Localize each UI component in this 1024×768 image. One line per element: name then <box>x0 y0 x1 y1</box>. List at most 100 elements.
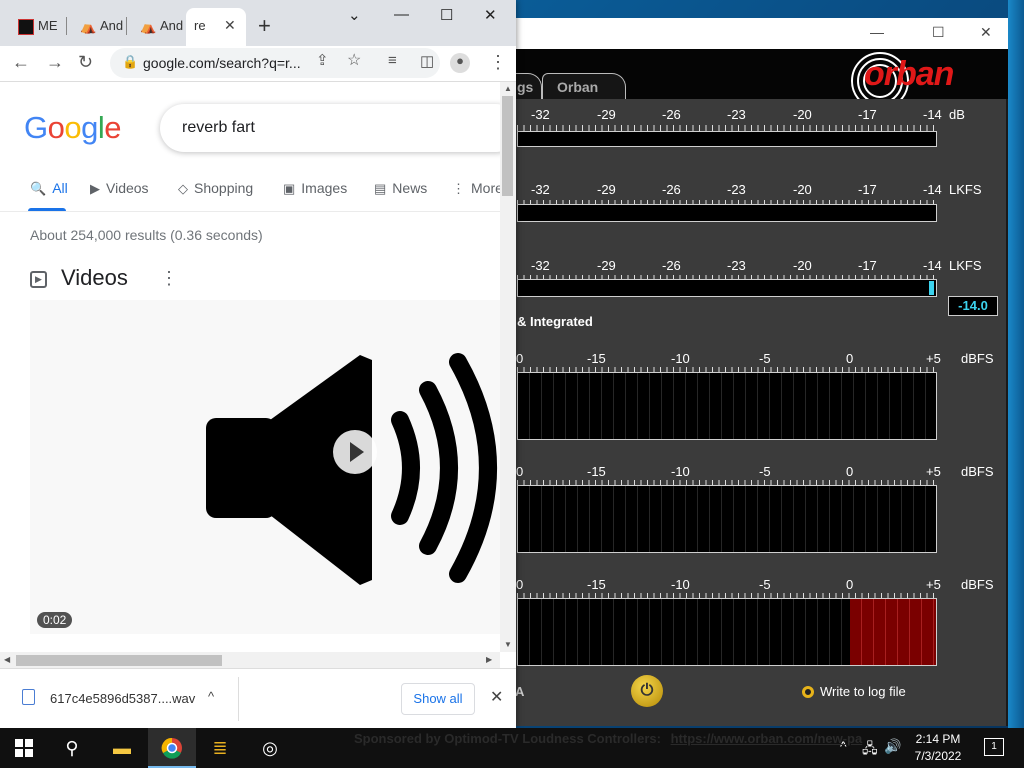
tab-videos[interactable]: ▶ Videos <box>90 180 149 197</box>
side-panel-icon[interactable]: ◫ <box>420 52 434 70</box>
orban-logo: orban <box>840 51 970 99</box>
network-icon[interactable]: 🖧 <box>862 738 878 762</box>
tab-1[interactable]: ME <box>4 8 60 46</box>
orban-header: gs Orban orban <box>430 49 1008 99</box>
url-text: google.com/search?q=r... <box>143 55 301 71</box>
chrome-window: ME ⛺ And ⛺ And re ✕ + ⌄ — ☐ ✕ ← → ↻ 🔒 go… <box>0 0 516 728</box>
download-shelf: 617c4e5896d5387....wav ^ Show all ✕ <box>0 668 516 728</box>
video-thumbnail[interactable]: 0:02 <box>30 300 500 634</box>
search-tabs: 🔍 All ▶ Videos ◇ Shopping ▣ Images ▤ News ⋮ Mo… <box>0 170 500 212</box>
close-window-button[interactable]: ✕ <box>484 6 497 24</box>
maximize-button[interactable]: ☐ <box>440 6 453 24</box>
vertical-scrollbar[interactable]: ▲ ▼ <box>500 82 516 652</box>
hscrollbar-thumb[interactable] <box>16 655 222 666</box>
news-icon: ▤ <box>374 181 387 196</box>
channel-a-label: A <box>515 684 525 699</box>
tab-active[interactable]: re ✕ <box>186 8 246 46</box>
scrollbar-thumb[interactable] <box>502 96 513 196</box>
tab-orban[interactable]: Orban <box>542 73 626 99</box>
videos-options-icon[interactable]: ⋮ <box>160 268 178 289</box>
download-filename[interactable]: 617c4e5896d5387....wav <box>50 691 195 706</box>
download-separator <box>238 677 239 721</box>
browser-toolbar: ← → ↻ 🔒 google.com/search?q=r... ⇪ ☆ ≡ ◫… <box>0 46 516 82</box>
close-button[interactable]: ✕ <box>980 24 992 41</box>
tab-shopping[interactable]: ◇ Shopping <box>178 180 253 197</box>
new-tab-button[interactable]: + <box>258 13 271 39</box>
chevron-down-icon[interactable]: ⌄ <box>348 6 361 24</box>
windows-logo-icon <box>15 739 33 757</box>
peak2-bar <box>517 485 937 553</box>
tent-favicon-icon: ⛺ <box>80 19 97 34</box>
google-logo[interactable]: Google <box>24 110 122 146</box>
orban-meter-window: — ☐ ✕ gs Orban orban -32 -29 -26 -23 -20… <box>430 18 1008 726</box>
reading-list-icon[interactable]: ≡ <box>388 52 397 69</box>
forward-icon[interactable]: → <box>46 52 64 73</box>
meter2-scale: -32 -29 -26 -23 -20 -17 -14 LKFS <box>531 182 982 197</box>
meter1-bar <box>517 131 937 147</box>
tab-close-icon[interactable]: ✕ <box>224 17 236 34</box>
horizontal-scrollbar[interactable]: ◀ ▶ <box>0 652 500 668</box>
chrome-taskbar-icon[interactable] <box>148 728 196 768</box>
video-duration: 0:02 <box>37 612 73 628</box>
volume-icon[interactable]: 🔊 <box>884 738 901 755</box>
tent-favicon-icon: ⛺ <box>140 19 157 34</box>
bookmark-star-icon[interactable]: ☆ <box>347 50 361 70</box>
speaker-icon <box>206 353 497 585</box>
tab-all[interactable]: 🔍 All <box>30 180 68 197</box>
orban-app-icon[interactable]: ◎ <box>246 728 294 768</box>
image-icon: ▣ <box>283 181 296 196</box>
play-icon[interactable] <box>333 430 377 474</box>
section-integrated-label: & Integrated <box>517 314 593 329</box>
sponsor-text: Sponsored by Optimod-TV Loudness Control… <box>354 731 863 746</box>
maximize-button[interactable]: ☐ <box>932 24 945 41</box>
play-square-icon: ▶ <box>30 271 47 288</box>
orban-titlebar: — ☐ ✕ <box>430 18 1008 49</box>
back-icon[interactable]: ← <box>12 52 30 73</box>
peak1-bar <box>517 372 937 440</box>
clock-date: 7/3/2022 <box>914 749 962 763</box>
clock[interactable]: 2:14 PM 7/3/2022 <box>900 731 976 765</box>
show-all-button[interactable]: Show all <box>401 683 475 715</box>
file-explorer-icon[interactable]: ▬ <box>98 728 146 768</box>
close-download-shelf-icon[interactable]: ✕ <box>490 687 503 707</box>
scroll-right-icon[interactable]: ▶ <box>486 655 492 664</box>
scroll-down-icon[interactable]: ▼ <box>504 640 512 649</box>
notification-center-icon[interactable]: 1 <box>984 738 1004 756</box>
reload-icon[interactable]: ↻ <box>78 52 93 73</box>
minimize-button[interactable]: — <box>394 6 409 23</box>
search-input[interactable]: reverb fart <box>160 104 500 152</box>
tab-2[interactable]: ⛺ And <box>66 8 123 46</box>
meter1-scale: -32 -29 -26 -23 -20 -17 -14 dB <box>531 107 965 122</box>
tab-news[interactable]: ▤ News <box>374 180 427 197</box>
sponsor-link[interactable]: https://www.orban.com/new-pa <box>671 731 863 746</box>
peak3-over-zone <box>850 599 936 665</box>
write-log-radio[interactable] <box>802 686 814 698</box>
lock-icon: 🔒 <box>122 54 139 69</box>
minimize-button[interactable]: — <box>870 24 884 40</box>
google-results-page: Google reverb fart 🔍 All ▶ Videos ◇ Shoppin… <box>0 82 500 652</box>
start-button[interactable] <box>0 728 48 768</box>
tab-3[interactable]: ⛺ And <box>126 8 183 46</box>
search-icon[interactable]: ⚲ <box>48 728 96 768</box>
video-icon: ▶ <box>90 181 100 196</box>
profile-avatar-icon[interactable]: ● <box>450 53 470 73</box>
meter3-bar <box>517 279 937 297</box>
orban-meters-panel: -32 -29 -26 -23 -20 -17 -14 dB -32 -29 -… <box>430 99 1008 726</box>
tab-more[interactable]: ⋮ More <box>452 180 500 197</box>
tab-images[interactable]: ▣ Images <box>283 180 347 197</box>
orban-logo-text: orban <box>864 55 954 93</box>
scroll-up-icon[interactable]: ▲ <box>504 84 512 93</box>
clock-time: 2:14 PM <box>915 732 961 746</box>
meter-app-icon[interactable]: ≣ <box>196 728 244 768</box>
integrated-readout: -14.0 <box>948 296 998 316</box>
power-button[interactable]: ⏻ <box>631 675 663 707</box>
active-tab-indicator <box>28 208 66 211</box>
write-log-label: Write to log file <box>820 684 906 699</box>
peak3-bar <box>517 598 937 666</box>
menu-kebab-icon[interactable]: ⋮ <box>489 52 507 73</box>
share-icon[interactable]: ⇪ <box>316 51 329 69</box>
results-count: About 254,000 results (0.36 seconds) <box>30 227 263 243</box>
scroll-left-icon[interactable]: ◀ <box>4 655 10 664</box>
search-query: reverb fart <box>182 119 255 136</box>
chevron-up-icon[interactable]: ^ <box>208 689 214 704</box>
